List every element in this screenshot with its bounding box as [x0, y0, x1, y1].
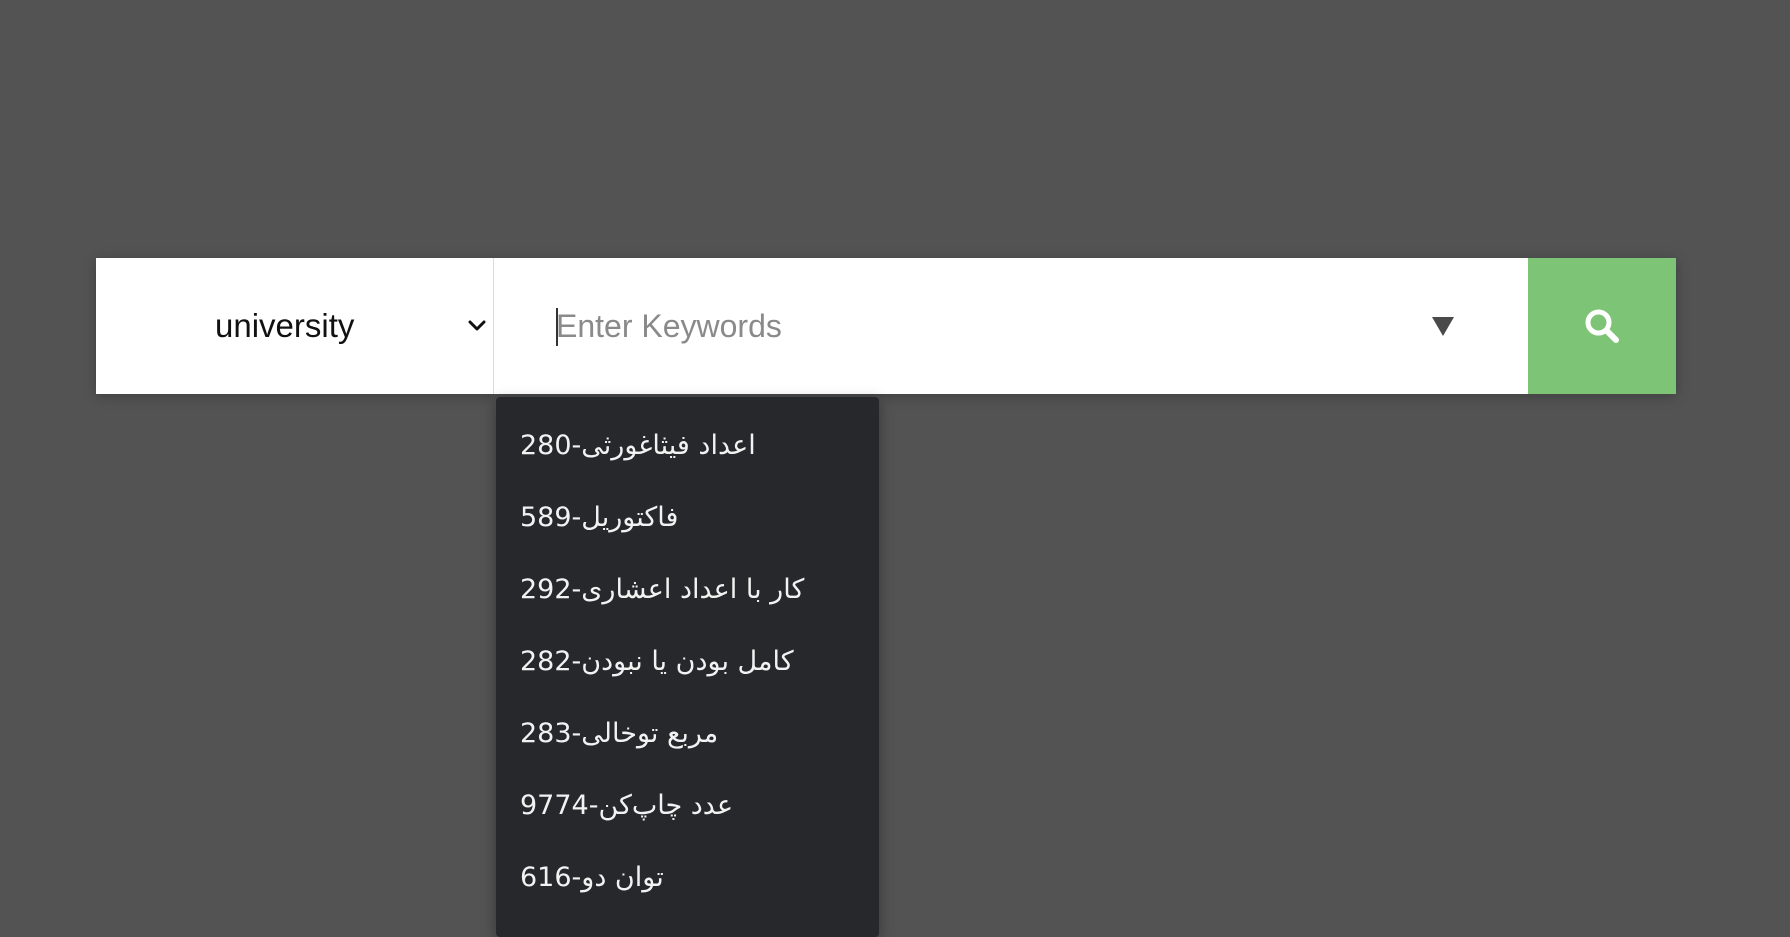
category-select[interactable]: university	[96, 258, 494, 394]
suggestion-item[interactable]: کار با اعداد اعشاری-292	[496, 553, 879, 625]
chevron-down-icon	[468, 320, 486, 331]
suggestion-item[interactable]: کامل بودن یا نبودن-282	[496, 625, 879, 697]
category-selected-value: university	[215, 307, 355, 344]
keyword-input[interactable]	[556, 294, 1416, 358]
search-button[interactable]	[1528, 258, 1676, 394]
text-caret	[556, 308, 558, 346]
suggestion-item[interactable]: مربع توخالی-283	[496, 697, 879, 769]
search-icon	[1585, 309, 1619, 343]
suggestion-item[interactable]: عدد چاپ‌کن-9774	[496, 769, 879, 841]
suggestion-item[interactable]: اعداد فیثاغورثی-280	[496, 409, 879, 481]
triangle-down-icon[interactable]	[1430, 314, 1456, 338]
keyword-field	[494, 258, 1528, 394]
suggestion-item[interactable]: توان دو-616	[496, 841, 879, 913]
suggestion-item[interactable]: فاکتوریل-589	[496, 481, 879, 553]
suggestions-dropdown: اعداد فیثاغورثی-280 فاکتوریل-589 کار با …	[496, 397, 879, 937]
search-bar: university	[96, 258, 1676, 394]
